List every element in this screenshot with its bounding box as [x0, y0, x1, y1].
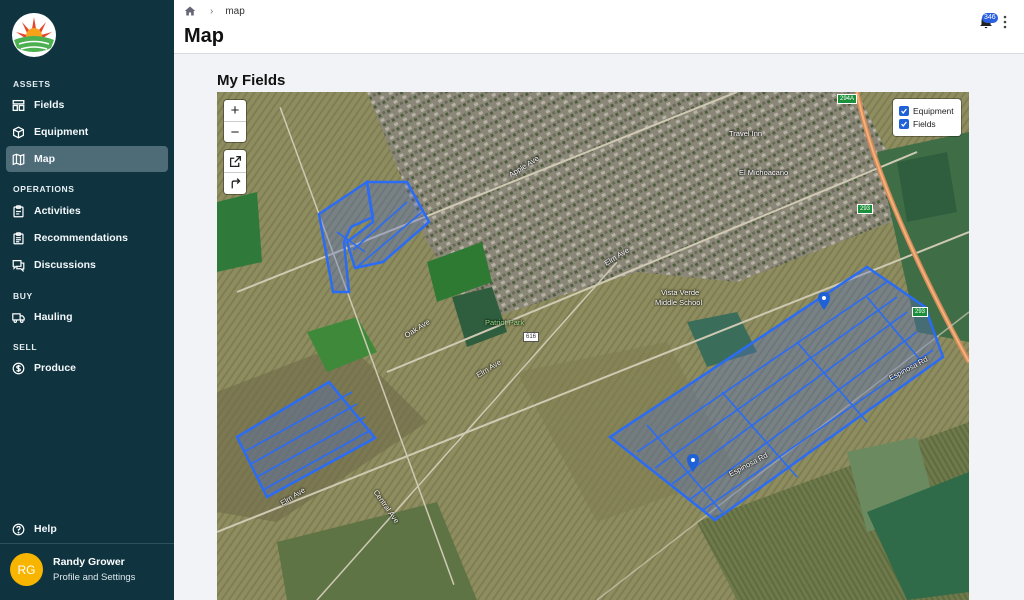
app-logo[interactable] [11, 12, 57, 58]
avatar: RG [10, 553, 43, 586]
sidebar-item-equipment[interactable]: Equipment [6, 119, 168, 145]
layer-label: Equipment [913, 105, 954, 116]
map-icon [12, 153, 25, 165]
page-title: Map [184, 25, 224, 47]
sidebar-item-activities[interactable]: Activities [6, 198, 168, 224]
sidebar-item-label: Activities [34, 205, 81, 217]
chat-icon [12, 259, 25, 272]
fields-icon [12, 99, 25, 111]
sidebar-item-hauling[interactable]: Hauling [6, 304, 168, 330]
home-icon[interactable] [184, 5, 196, 17]
fields-map[interactable]: Travel Inn El Michoacano Vista Verde Mid… [217, 92, 969, 600]
road-shield-616: 616 [523, 332, 540, 342]
road-shield-294a: 294A [837, 94, 858, 104]
road-shield-293-b: 293 [912, 307, 929, 317]
sidebar: ASSETS Fields Equipment Map OPERATIONS A… [0, 0, 174, 600]
section-title-my-fields: My Fields [217, 72, 286, 89]
zoom-out-button[interactable]: − [224, 121, 246, 142]
sidebar-item-label: Produce [34, 362, 77, 374]
notification-badge: 346 [982, 13, 998, 23]
sidebar-item-label: Map [34, 153, 55, 165]
more-options-icon[interactable] [1002, 14, 1008, 30]
map-label-vista-verde: Vista Verde [661, 288, 700, 297]
section-title-assets: ASSETS [13, 79, 51, 89]
map-label-el-michoacano: El Michoacano [739, 168, 789, 177]
map-tools [224, 150, 246, 194]
sidebar-item-fields[interactable]: Fields [6, 92, 168, 118]
map-label-middle-school: Middle School [655, 298, 703, 307]
sidebar-divider [0, 543, 174, 544]
profile-settings-link[interactable]: Profile and Settings [53, 572, 135, 583]
check-icon [901, 108, 907, 114]
sidebar-item-label: Hauling [34, 311, 73, 323]
external-link-icon [229, 155, 241, 167]
user-profile[interactable]: RG Randy Grower Profile and Settings [10, 553, 135, 586]
check-icon [901, 121, 907, 127]
sidebar-item-discussions[interactable]: Discussions [6, 252, 168, 278]
dollar-icon [12, 362, 25, 374]
sidebar-item-label: Help [34, 523, 57, 535]
breadcrumb-current: map [225, 5, 245, 17]
sidebar-item-help[interactable]: Help [6, 516, 168, 542]
sidebar-item-produce[interactable]: Produce [6, 355, 168, 381]
zoom-control: + − [224, 100, 246, 142]
layer-label: Fields [913, 118, 936, 129]
zoom-in-button[interactable]: + [224, 100, 246, 121]
truck-icon [12, 312, 25, 323]
section-title-operations: OPERATIONS [13, 184, 75, 194]
satellite-imagery [217, 92, 969, 600]
clipboard-list-icon [13, 231, 24, 244]
layer-equipment[interactable]: Equipment [899, 104, 955, 117]
sidebar-item-recommendations[interactable]: Recommendations [6, 225, 168, 251]
clipboard-icon [13, 204, 24, 217]
layer-toggle-panel: Equipment Fields [893, 99, 961, 136]
user-name: Randy Grower [53, 556, 125, 568]
layer-fields[interactable]: Fields [899, 117, 955, 130]
map-label-travel-inn: Travel Inn [729, 129, 763, 138]
map-label-patriot-park: Patriot Park [485, 318, 525, 327]
sidebar-item-map[interactable]: Map [6, 146, 168, 172]
turn-right-icon [231, 178, 240, 189]
sidebar-item-label: Recommendations [34, 232, 128, 244]
breadcrumb: › map [184, 5, 245, 17]
sidebar-item-label: Equipment [34, 126, 89, 138]
sidebar-item-label: Fields [34, 99, 65, 111]
cube-icon [13, 126, 24, 138]
sidebar-item-label: Discussions [34, 259, 96, 271]
section-title-sell: SELL [13, 342, 38, 352]
breadcrumb-separator-icon: › [210, 5, 214, 17]
section-title-buy: BUY [13, 291, 33, 301]
equipment-marker-icon[interactable] [687, 454, 699, 472]
help-icon [12, 523, 25, 535]
directions-button[interactable] [224, 172, 246, 194]
equipment-marker-icon[interactable] [818, 292, 830, 310]
open-external-button[interactable] [224, 150, 246, 172]
road-shield-293: 293 [857, 204, 874, 214]
header: › map Map 346 [174, 0, 1024, 54]
fields-checkbox[interactable] [899, 118, 909, 129]
equipment-checkbox[interactable] [899, 105, 909, 116]
